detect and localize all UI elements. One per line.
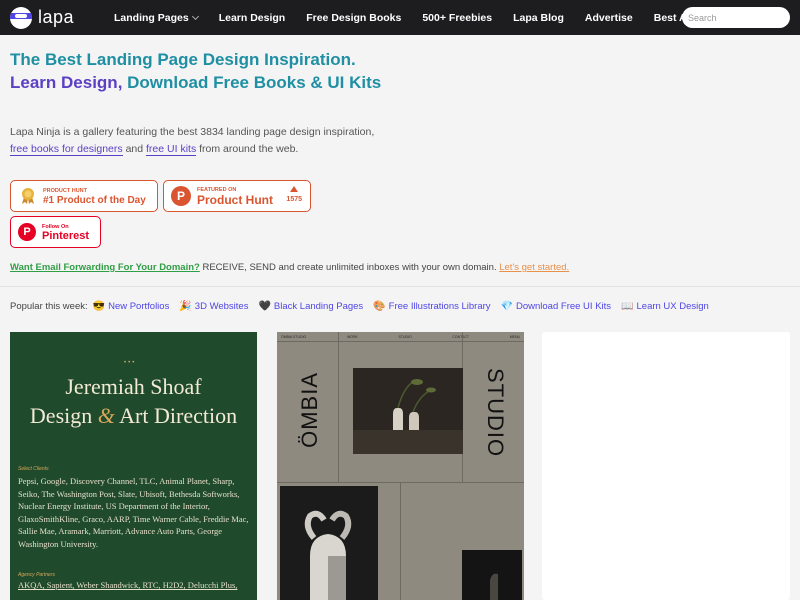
party-emoji-icon: 🎉 (179, 301, 192, 312)
title-line-1: The Best Landing Page Design Inspiration… (10, 50, 356, 69)
card-title-line: Jeremiah Shoaf (65, 374, 202, 399)
badge-big-text: Product Hunt (197, 192, 273, 207)
topbar-item: MENU (509, 335, 520, 339)
agencies-list: AKQA, Sapient, Weber Shandwick, RTC, H2D… (18, 580, 238, 590)
ninja-logo-icon (10, 6, 32, 29)
grid-line (400, 482, 401, 600)
popular-link-label: Download Free UI Kits (516, 301, 612, 312)
desc-text: and (122, 143, 147, 155)
popular-link-free-illustrations[interactable]: 🎨 Free Illustrations Library (373, 301, 490, 312)
promo-text: RECEIVE, SEND and create unlimited inbox… (199, 262, 500, 273)
popular-link-label: Black Landing Pages (273, 301, 364, 312)
topbar-item: ÖMBIA STUDIO (281, 335, 307, 339)
chevron-down-icon (191, 12, 199, 20)
card-title: Jeremiah Shoaf Design & Art Direction (10, 372, 257, 430)
pinterest-badge[interactable]: P Follow On Pinterest (10, 216, 101, 248)
grid-line (277, 341, 524, 342)
card-title-line: Design (29, 403, 98, 428)
nav-item-learn-design[interactable]: Learn Design (219, 12, 286, 24)
desc-text: from around the web. (196, 143, 299, 155)
promo-cta-link[interactable]: Let's get started. (499, 262, 569, 273)
upvote-arrow-icon (290, 186, 299, 192)
badge-small-text: Product Hunt (43, 187, 87, 194)
nav-item-freebies[interactable]: 500+ Freebies (422, 12, 492, 24)
free-ui-kits-link[interactable]: free UI kits (146, 143, 197, 156)
black-heart-icon: 🖤 (258, 301, 271, 312)
upvote-count: 1575 (286, 186, 302, 203)
grid-line (338, 332, 339, 482)
popular-link-label: New Portfolios (108, 301, 170, 312)
vase-photo (353, 368, 463, 454)
card-topbar: ÖMBIA STUDIO WORK STUDIO CONTACT MENU (281, 335, 520, 339)
nav-item-advertise[interactable]: Advertise (585, 12, 633, 24)
cool-emoji-icon: 😎 (92, 301, 106, 312)
diamond-icon: 💎 (500, 301, 513, 312)
gallery-card-jeremiah-shoaf[interactable]: ••• Jeremiah Shoaf Design & Art Directio… (10, 332, 257, 600)
featured-product-hunt-badge[interactable]: P FEATURED ON Product Hunt 1575 (163, 180, 311, 212)
upvote-number: 1575 (286, 196, 302, 203)
top-navbar: lapa Landing Pages Learn Design Free Des… (0, 0, 800, 35)
title-download: Download Free Books & UI Kits (127, 73, 382, 92)
popular-link-label: Free Illustrations Library (388, 301, 491, 312)
page-title: The Best Landing Page Design Inspiration… (10, 48, 410, 94)
nav-menu: Landing Pages Learn Design Free Design B… (102, 12, 688, 24)
dark-photo (462, 550, 522, 600)
sculpture-photo (280, 486, 378, 600)
vertical-text: ÖMBIA (297, 372, 322, 448)
desc-text: Lapa Ninja is a gallery featuring the be… (10, 126, 375, 138)
decorative-dots: ••• (124, 360, 137, 366)
popular-link-3d-websites[interactable]: 🎉 3D Websites (179, 301, 248, 312)
nav-item-free-design-books[interactable]: Free Design Books (306, 12, 401, 24)
popular-link-learn-ux[interactable]: 📖 Learn UX Design (621, 301, 709, 312)
search-input[interactable] (682, 7, 790, 28)
popular-link-black-landing-pages[interactable]: 🖤 Black Landing Pages (258, 301, 363, 312)
nav-item-label: Landing Pages (114, 11, 189, 24)
divider (0, 286, 800, 287)
free-books-link[interactable]: free books for designers (10, 143, 123, 156)
product-hunt-icon: P (171, 186, 191, 206)
popular-link-label: 3D Websites (194, 301, 249, 312)
title-learn-design: Learn Design, (10, 73, 128, 92)
popular-link-label: Learn UX Design (636, 301, 709, 312)
studio-word: STUDIO (482, 368, 512, 458)
popular-this-week: Popular this week: 😎 New Portfolios 🎉 3D W… (10, 301, 719, 312)
clients-list: Pepsi, Google, Discovery Channel, TLC, A… (18, 476, 249, 549)
popular-link-free-ui-kits[interactable]: 💎 Download Free UI Kits (501, 301, 612, 312)
ampersand: & (97, 403, 115, 428)
ombia-word: ÖMBIA (297, 372, 327, 462)
nav-item-landing-pages[interactable]: Landing Pages (114, 11, 199, 24)
badge-big-text: Pinterest (42, 229, 90, 242)
logo[interactable]: lapa (10, 6, 102, 29)
topbar-item: CONTACT (452, 335, 470, 339)
palette-icon: 🎨 (373, 301, 386, 312)
gallery-card-placeholder[interactable] (542, 332, 790, 600)
badge-big-text: #1 Product of the Day (43, 194, 146, 206)
hero-description: Lapa Ninja is a gallery featuring the be… (10, 124, 410, 158)
pinterest-icon: P (18, 223, 36, 241)
logo-text: lapa (38, 7, 75, 27)
gallery-card-ombia-studio[interactable]: ÖMBIA STUDIO WORK STUDIO CONTACT MENU ÖM… (277, 332, 524, 600)
promo-link[interactable]: Want Email Forwarding For Your Domain? (10, 262, 200, 273)
agencies-label: Agency Partners (18, 572, 55, 578)
book-icon: 📖 (621, 301, 634, 312)
vertical-text: STUDIO (483, 368, 508, 458)
medal-icon (19, 187, 37, 205)
topbar-item: STUDIO (398, 335, 412, 339)
popular-link-new-portfolios[interactable]: 😎 New Portfolios (93, 301, 170, 312)
card-title-line: Art Direction (114, 403, 238, 428)
nav-item-blog[interactable]: Lapa Blog (513, 12, 564, 24)
product-of-day-badge[interactable]: Product Hunt #1 Product of the Day (10, 180, 158, 212)
clients-label: Select Clients (18, 466, 49, 472)
popular-label: Popular this week: (10, 301, 88, 312)
email-forwarding-promo: Want Email Forwarding For Your Domain? R… (10, 262, 569, 273)
topbar-item: WORK (346, 335, 358, 339)
